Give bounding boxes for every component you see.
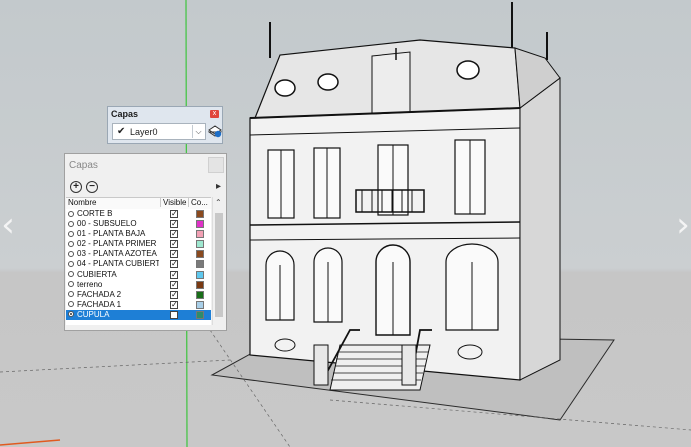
checkmark-icon: ✔: [117, 126, 126, 137]
layer-name[interactable]: 03 - PLANTA AZOTEA: [77, 249, 159, 259]
close-icon[interactable]: x: [210, 110, 219, 118]
layer-color-swatch[interactable]: [196, 250, 204, 259]
layer-row[interactable]: CORTE B ✓: [66, 209, 211, 219]
layer-row[interactable]: CUBIERTA ✓: [66, 270, 211, 280]
visible-checkbox[interactable]: ✓: [170, 290, 178, 299]
layer-name[interactable]: CUPULA: [77, 310, 159, 320]
column-visible-header[interactable]: Visible: [160, 198, 186, 207]
active-layer-radio[interactable]: [68, 271, 74, 278]
visible-checkbox[interactable]: ✓: [170, 220, 178, 229]
layers-toolbar-title: Capas: [111, 109, 139, 119]
layer-row[interactable]: 02 - PLANTA PRIMER P ✓: [66, 239, 211, 249]
details-arrow-icon[interactable]: ▸: [216, 181, 221, 192]
active-layer-radio[interactable]: [68, 240, 74, 247]
layer-row[interactable]: 04 - PLANTA CUBIERTA ✓: [66, 259, 211, 269]
chevron-down-icon[interactable]: ⌵: [192, 125, 204, 138]
current-layer-select[interactable]: ✔ Layer0 ⌵: [112, 123, 206, 140]
layer-color-swatch[interactable]: [196, 280, 204, 289]
layer-color-swatch[interactable]: [196, 220, 204, 229]
nav-left-arrow-icon[interactable]: ‹: [0, 205, 18, 245]
active-layer-radio[interactable]: [68, 291, 74, 298]
layer-name[interactable]: 00 - SUBSUELO: [77, 219, 159, 229]
layer-name[interactable]: 01 - PLANTA BAJA: [77, 229, 159, 239]
nav-right-arrow-icon[interactable]: ›: [673, 205, 691, 245]
active-layer-radio[interactable]: [68, 210, 74, 217]
active-layer-radio[interactable]: [68, 220, 74, 227]
layer-manager-icon[interactable]: [208, 124, 222, 138]
visible-checkbox[interactable]: ✓: [170, 230, 178, 239]
active-layer-radio[interactable]: [68, 281, 74, 288]
layer-name[interactable]: FACHADA 2: [77, 290, 159, 300]
layer-color-swatch[interactable]: [196, 260, 204, 269]
layer-name[interactable]: 04 - PLANTA CUBIERTA: [77, 259, 159, 269]
layer-row[interactable]: FACHADA 1 ✓: [66, 300, 211, 310]
layers-list: CORTE B ✓ 00 - SUBSUELO ✓ 01 - PLANTA BAJA ✓ 0…: [66, 209, 211, 325]
layers-scrollbar[interactable]: ⌃: [212, 197, 226, 325]
layer-name[interactable]: terreno: [77, 280, 159, 290]
layer-color-swatch[interactable]: [196, 210, 204, 218]
layer-color-swatch[interactable]: [196, 290, 204, 299]
active-layer-radio[interactable]: [68, 260, 74, 267]
visible-checkbox[interactable]: ✓: [170, 280, 178, 289]
scroll-up-icon[interactable]: ⌃: [215, 198, 222, 207]
layer-color-swatch[interactable]: [196, 270, 204, 279]
layer-row[interactable]: 01 - PLANTA BAJA ✓: [66, 229, 211, 239]
layers-panel-title: Capas: [69, 160, 98, 171]
column-color-header[interactable]: Co...: [188, 198, 208, 207]
panel-resize-handle[interactable]: [208, 157, 224, 173]
active-layer-radio[interactable]: [68, 301, 74, 308]
active-layer-radio[interactable]: [68, 311, 74, 318]
current-layer-value: Layer0: [130, 127, 158, 137]
layer-name[interactable]: CORTE B: [77, 209, 159, 219]
layer-name[interactable]: 02 - PLANTA PRIMER P: [77, 239, 159, 249]
remove-layer-button[interactable]: −: [86, 181, 98, 193]
visible-checkbox[interactable]: ✓: [170, 260, 178, 269]
red-axis-line: [0, 439, 61, 446]
layer-row[interactable]: 00 - SUBSUELO ✓: [66, 219, 211, 229]
layers-panel: Capas + − ▸ Nombre Visible Co... CORTE B…: [64, 153, 227, 331]
layer-name[interactable]: CUBIERTA: [77, 270, 159, 280]
layer-color-swatch[interactable]: [196, 310, 204, 319]
column-name-header[interactable]: Nombre: [68, 198, 96, 207]
add-layer-button[interactable]: +: [70, 181, 82, 193]
layer-row[interactable]: CUPULA: [66, 309, 211, 321]
layer-row[interactable]: 03 - PLANTA AZOTEA ✓: [66, 249, 211, 259]
layer-row[interactable]: terreno ✓: [66, 280, 211, 290]
visible-checkbox[interactable]: ✓: [170, 240, 178, 249]
layers-toolbar: Capas x ✔ Layer0 ⌵: [107, 106, 223, 144]
layer-name[interactable]: FACHADA 1: [77, 300, 159, 310]
scrollbar-thumb[interactable]: [215, 213, 223, 317]
visible-checkbox[interactable]: ✓: [170, 300, 178, 309]
layer-color-swatch[interactable]: [196, 230, 204, 239]
layer-row[interactable]: FACHADA 2 ✓: [66, 290, 211, 300]
visible-checkbox[interactable]: ✓: [170, 250, 178, 259]
visible-checkbox[interactable]: ✓: [170, 210, 178, 218]
layer-color-swatch[interactable]: [196, 300, 204, 309]
active-layer-radio[interactable]: [68, 250, 74, 257]
visible-checkbox[interactable]: ✓: [170, 270, 178, 279]
active-layer-radio[interactable]: [68, 230, 74, 237]
layer-color-swatch[interactable]: [196, 240, 204, 249]
visible-checkbox[interactable]: [170, 310, 178, 319]
